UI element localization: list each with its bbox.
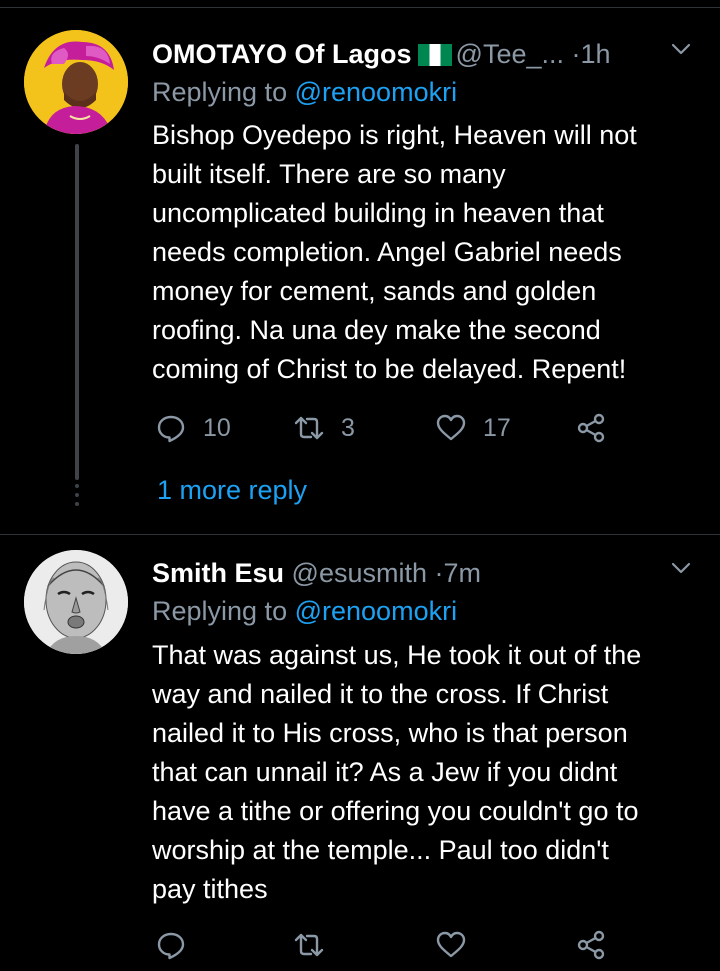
retweet-button[interactable]: 3 <box>293 408 355 448</box>
replying-to: Replying to @renoomokri <box>152 593 457 629</box>
more-replies-link[interactable]: 1 more reply <box>157 472 307 508</box>
tweet-text-line: roofing. Na una dey make the second <box>152 315 601 345</box>
heart-icon <box>436 414 466 441</box>
retweet-icon <box>294 933 324 957</box>
tweet-text-line: that can unnail it? As a Jew if you didn… <box>152 757 618 787</box>
share-icon <box>577 413 605 443</box>
replying-to-mention[interactable]: @renoomokri <box>295 596 457 626</box>
tweet-text-line: way and nailed it to the cross. If Chris… <box>152 679 609 709</box>
tweet-text-line: needs completion. Angel Gabriel needs <box>152 237 622 267</box>
tweet-text-line: built itself. There are so many <box>152 159 506 189</box>
chevron-down-icon[interactable] <box>670 38 692 60</box>
timestamp[interactable]: 7m <box>444 558 482 588</box>
like-count: 17 <box>483 413 511 442</box>
retweet-button[interactable] <box>293 925 325 965</box>
tweet-text-line: coming of Christ to be delayed. Repent! <box>152 354 627 384</box>
replying-to: Replying to @renoomokri <box>152 74 457 110</box>
chevron-down-icon[interactable] <box>670 557 692 579</box>
avatar[interactable] <box>24 550 128 654</box>
like-button[interactable] <box>435 925 467 965</box>
share-button[interactable] <box>575 925 607 965</box>
user-handle[interactable]: @Tee_... <box>456 39 564 69</box>
user-handle[interactable]: @esusmith <box>292 558 427 588</box>
display-name[interactable]: Smith Esu <box>152 558 284 588</box>
timestamp[interactable]: 1h <box>581 39 611 69</box>
tweet-text-line: money for cement, sands and golden <box>152 276 597 306</box>
retweet-count: 3 <box>341 413 355 442</box>
tweet-text-line: Bishop Oyedepo is right, Heaven will not <box>152 120 637 150</box>
replying-prefix: Replying to <box>152 596 288 626</box>
tweet-text-line: pay tithes <box>152 874 268 904</box>
separator-dot: · <box>571 39 581 69</box>
tweet-actions <box>155 925 625 965</box>
like-button[interactable]: 17 <box>435 408 511 448</box>
share-icon <box>577 930 605 960</box>
tweet-text: That was against us, He took it out of t… <box>152 636 702 909</box>
tweet-actions: 10 3 17 <box>155 408 625 448</box>
reply-button[interactable]: 10 <box>155 408 231 448</box>
separator-dot: · <box>434 558 444 588</box>
tweet-header: Smith Esu @esusmith ·7m <box>152 555 481 591</box>
tweet[interactable]: Smith Esu @esusmith ·7m Replying to @ren… <box>0 535 720 971</box>
tweet-text-line: nailed it to His cross, who is that pers… <box>152 718 628 748</box>
tweet-header: OMOTAYO Of Lagos @Tee_... ·1h <box>152 36 611 72</box>
share-button[interactable] <box>575 408 607 448</box>
reply-icon <box>157 932 185 960</box>
tweet-text-line: That was against us, He took it out of t… <box>152 640 642 670</box>
thread-line <box>75 144 79 480</box>
retweet-icon <box>294 416 324 440</box>
reply-icon <box>157 415 185 443</box>
tweet-text-line: have a tithe or offering you couldn't go… <box>152 796 639 826</box>
avatar[interactable] <box>24 30 128 134</box>
display-name[interactable]: OMOTAYO Of Lagos <box>152 39 412 69</box>
nigeria-flag-icon <box>417 44 452 66</box>
tweet-text-line: uncomplicated building in heaven that <box>152 198 604 228</box>
heart-icon <box>436 931 466 958</box>
reply-count: 10 <box>203 413 231 442</box>
thread-dots <box>75 484 79 508</box>
replying-to-mention[interactable]: @renoomokri <box>295 77 457 107</box>
tweet[interactable]: OMOTAYO Of Lagos @Tee_... ·1h Replying to… <box>0 8 720 534</box>
tweet-text: Bishop Oyedepo is right, Heaven will not… <box>152 116 702 389</box>
reply-button[interactable] <box>155 925 187 965</box>
replying-prefix: Replying to <box>152 77 288 107</box>
tweet-text-line: worship at the temple... Paul too didn't <box>152 835 609 865</box>
